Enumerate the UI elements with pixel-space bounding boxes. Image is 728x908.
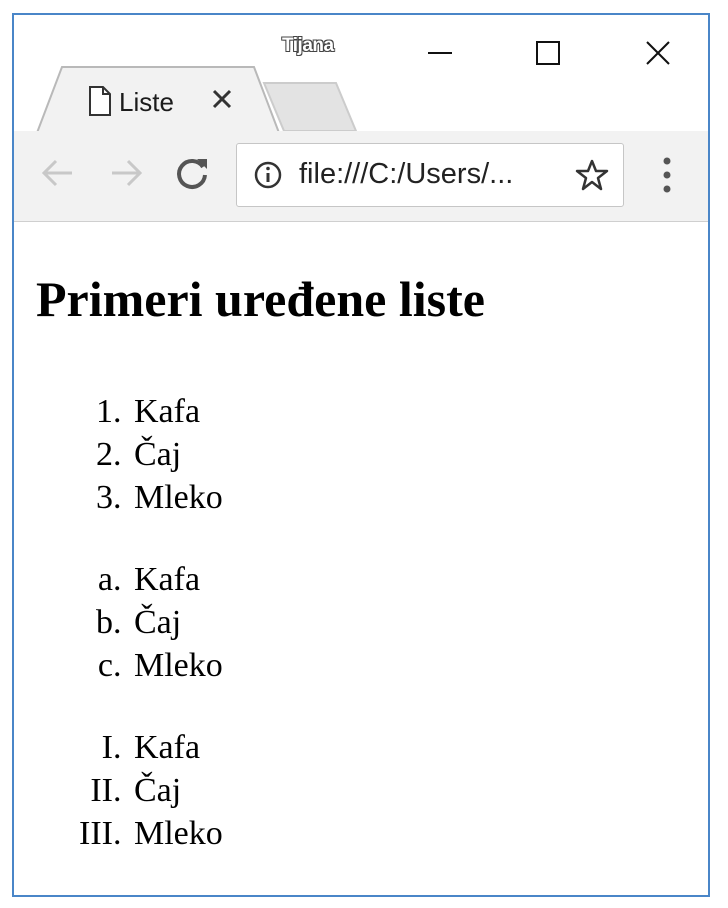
menu-dots-icon[interactable] <box>660 155 674 195</box>
list-item: Čaj <box>130 601 223 644</box>
list-item: Čaj <box>130 769 223 812</box>
page-icon <box>89 86 111 116</box>
tab-title: Liste <box>119 87 174 117</box>
maximize-icon <box>536 41 560 65</box>
list-item: Čaj <box>130 433 223 476</box>
back-arrow-icon[interactable] <box>40 155 76 191</box>
list-item: Kafa <box>130 558 223 601</box>
info-icon[interactable] <box>253 160 283 190</box>
maximize-button[interactable] <box>508 25 588 81</box>
list-item: Mleko <box>130 812 223 855</box>
list-item: Mleko <box>130 644 223 687</box>
page-heading: Primeri uređene liste <box>36 271 485 327</box>
list-item: Mleko <box>130 476 223 519</box>
title-bar: Tijana Liste <box>14 15 708 147</box>
address-bar[interactable]: file:///C:/Users/... <box>236 143 624 207</box>
minimize-icon <box>428 52 452 54</box>
forward-arrow-icon[interactable] <box>108 155 144 191</box>
url-text[interactable]: file:///C:/Users/... <box>299 158 513 191</box>
reload-icon[interactable] <box>174 155 210 191</box>
ordered-list-numeric: Kafa Čaj Mleko <box>130 390 223 519</box>
close-icon <box>646 41 670 65</box>
list-item: Kafa <box>130 390 223 433</box>
profile-name[interactable]: Tijana <box>282 35 334 57</box>
list-item: Kafa <box>130 726 223 769</box>
window-close-button[interactable] <box>618 25 698 81</box>
ordered-list-lower-alpha: Kafa Čaj Mleko <box>130 558 223 687</box>
ordered-list-upper-roman: Kafa Čaj Mleko <box>130 726 223 855</box>
close-icon[interactable] <box>210 87 234 111</box>
browser-window: Tijana Liste file:///C:/Users/... Primer… <box>12 13 710 897</box>
star-icon[interactable] <box>575 158 609 192</box>
minimize-button[interactable] <box>400 25 480 81</box>
